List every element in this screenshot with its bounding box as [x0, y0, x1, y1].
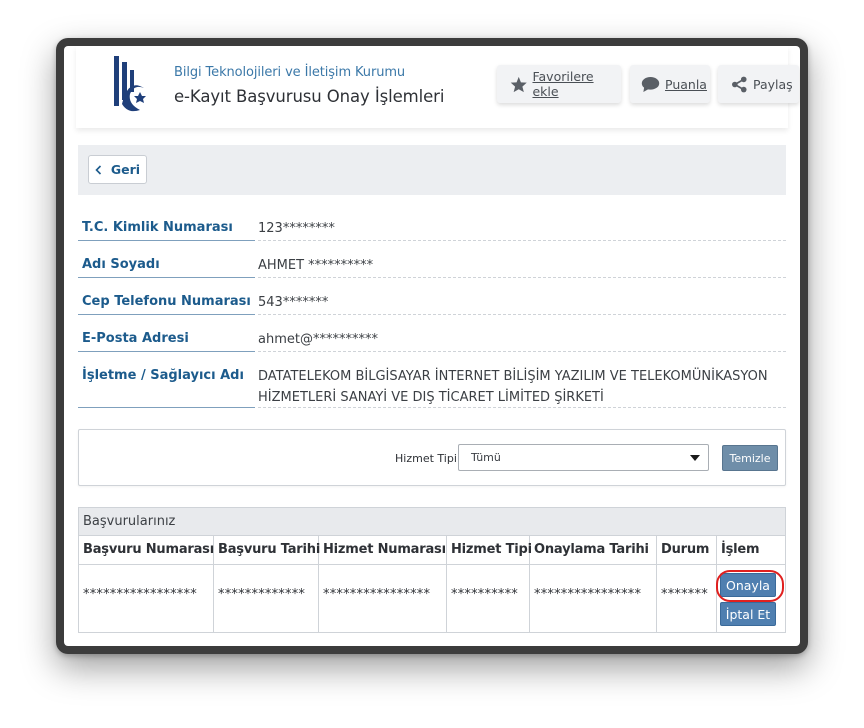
table-header: Durum — [657, 536, 716, 565]
highlight-ring — [716, 570, 784, 602]
filter-panel: Hizmet Tipi Tümü Temizle — [78, 429, 786, 486]
info-row-phone: Cep Telefonu Numarası 543******* — [78, 283, 786, 315]
table-header: Başvuru Tarihi — [214, 536, 320, 565]
info-value: ahmet@********** — [258, 320, 786, 352]
table-cell: ******* — [661, 587, 708, 602]
table-header: İşlem — [717, 536, 785, 565]
info-label: Cep Telefonu Numarası — [78, 283, 255, 315]
info-label: Adı Soyadı — [78, 246, 255, 278]
info-value: 123******** — [258, 209, 786, 241]
table-cell: **************** — [534, 587, 642, 602]
info-label: E-Posta Adresi — [78, 320, 255, 352]
service-type-selected: Tümü — [471, 451, 501, 464]
col-service-type: Hizmet Tipi ********** — [447, 536, 532, 632]
share-icon — [732, 76, 747, 92]
table-header: Onaylama Tarihi — [530, 536, 656, 565]
col-application-number: Başvuru Numarası ***************** — [79, 536, 214, 632]
page-viewport: Bilgi Teknolojileri ve İletişim Kurumu e… — [64, 46, 800, 646]
page-title: e-Kayıt Başvurusu Onay İşlemleri — [174, 87, 445, 106]
applications-title: Başvurularınız — [79, 508, 785, 536]
info-row-email: E-Posta Adresi ahmet@********** — [78, 320, 786, 352]
page-header: Bilgi Teknolojileri ve İletişim Kurumu e… — [76, 46, 799, 128]
table-cell: ************* — [218, 587, 306, 602]
info-row-company: İşletme / Sağlayıcı Adı DATATELEKOM BİLG… — [78, 357, 786, 408]
info-label: İşletme / Sağlayıcı Adı — [78, 357, 255, 408]
star-icon — [510, 76, 527, 92]
add-favorites-button[interactable]: Favorilere ekle — [497, 65, 621, 103]
info-value: DATATELEKOM BİLGİSAYAR İNTERNET BİLİŞİM … — [258, 357, 786, 408]
applications-table: Başvurularınız Başvuru Numarası ********… — [78, 507, 786, 633]
cancel-button[interactable]: İptal Et — [720, 602, 776, 626]
approve-button[interactable]: Onayla — [716, 570, 784, 602]
back-label: Geri — [110, 162, 141, 177]
col-approval-date: Onaylama Tarihi **************** — [530, 536, 657, 632]
table-cell: **************** — [323, 587, 431, 602]
table-header: Hizmet Tipi — [447, 536, 532, 565]
clear-button[interactable]: Temizle — [722, 445, 778, 471]
col-action: İşlem Onayla İptal Et — [716, 536, 785, 632]
table-cell: ***************** — [83, 587, 197, 602]
org-name: Bilgi Teknolojileri ve İletişim Kurumu — [174, 65, 406, 80]
table-header: Başvuru Numarası — [79, 536, 214, 565]
info-label: T.C. Kimlik Numarası — [78, 209, 255, 241]
back-button[interactable]: Geri — [88, 155, 147, 184]
info-value: 543******* — [258, 283, 786, 315]
add-favorites-label: Favorilere ekle — [532, 69, 594, 99]
back-bar: Geri — [78, 145, 786, 195]
caret-down-icon — [690, 455, 700, 461]
col-application-date: Başvuru Tarihi ************* — [214, 536, 320, 632]
col-service-number: Hizmet Numarası **************** — [319, 536, 447, 632]
share-label: Paylaş — [753, 76, 793, 92]
info-value: AHMET ********** — [258, 246, 786, 278]
col-status: Durum ******* — [657, 536, 717, 632]
browser-window: Bilgi Teknolojileri ve İletişim Kurumu e… — [56, 38, 808, 654]
service-type-label: Hizmet Tipi — [395, 452, 457, 465]
rate-button[interactable]: Puanla — [630, 65, 710, 103]
table-header: Hizmet Numarası — [319, 536, 446, 565]
btk-logo-icon — [114, 56, 146, 112]
info-row-name: Adı Soyadı AHMET ********** — [78, 246, 786, 278]
table-cell: ********** — [451, 587, 518, 602]
rate-label: Puanla — [665, 76, 707, 92]
info-row-tc: T.C. Kimlik Numarası 123******** — [78, 209, 786, 241]
chevron-left-icon — [95, 164, 101, 175]
service-type-select[interactable]: Tümü — [458, 444, 709, 471]
comment-icon — [641, 76, 660, 92]
share-button[interactable]: Paylaş — [718, 65, 799, 103]
